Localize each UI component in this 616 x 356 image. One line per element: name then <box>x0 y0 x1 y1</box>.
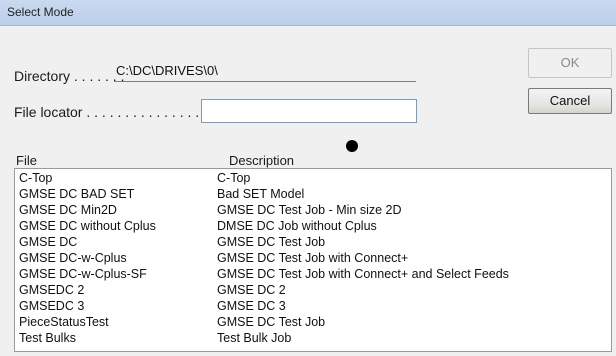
file-name: GMSE DC <box>19 235 78 249</box>
column-header-file[interactable]: File <box>16 153 37 168</box>
file-description: DMSE DC Job without Cplus <box>217 219 377 233</box>
list-item[interactable]: PieceStatusTest GMSE DC Test Job <box>15 314 611 330</box>
column-header-description[interactable]: Description <box>229 153 294 168</box>
file-name: GMSE DC without Cplus <box>19 219 156 233</box>
list-item[interactable]: GMSEDC 2 GMSE DC 2 <box>15 282 611 298</box>
file-name: C-Top <box>19 171 53 185</box>
file-name: PieceStatusTest <box>19 315 109 329</box>
file-description: Bad SET Model <box>217 187 305 201</box>
file-description: Test Bulk Job <box>217 331 292 345</box>
file-name: GMSEDC 3 <box>19 299 85 313</box>
cancel-button[interactable]: Cancel <box>528 88 612 114</box>
file-description: GMSE DC Test Job with Connect+ and Selec… <box>217 267 509 281</box>
directory-label: Directory . . . . . . . <box>14 68 125 84</box>
list-item[interactable]: GMSE DC GMSE DC Test Job <box>15 234 611 250</box>
file-description: C-Top <box>217 171 251 185</box>
window-title: Select Mode <box>7 5 74 19</box>
file-name: GMSE DC Min2D <box>19 203 117 217</box>
file-name: GMSE DC-w-Cplus-SF <box>19 267 147 281</box>
file-name: GMSEDC 2 <box>19 283 85 297</box>
file-name: Test Bulks <box>19 331 76 345</box>
file-description: GMSE DC Test Job - Min size 2D <box>217 203 402 217</box>
list-item[interactable]: GMSE DC-w-Cplus GMSE DC Test Job with Co… <box>15 250 611 266</box>
directory-field[interactable]: C:\DC\DRIVES\0\ <box>114 62 416 82</box>
ok-button[interactable]: OK <box>528 48 612 78</box>
file-locator-input[interactable] <box>201 99 417 123</box>
file-description: GMSE DC Test Job with Connect+ <box>217 251 409 265</box>
file-description: GMSE DC Test Job <box>217 235 326 249</box>
cursor-dot <box>346 140 358 152</box>
list-item[interactable]: GMSE DC BAD SET Bad SET Model <box>15 186 611 202</box>
file-description: GMSE DC 2 <box>217 283 286 297</box>
file-description: GMSE DC 3 <box>217 299 286 313</box>
file-locator-label: File locator . . . . . . . . . . . . . .… <box>14 104 223 120</box>
file-description: GMSE DC Test Job <box>217 315 326 329</box>
list-item[interactable]: GMSEDC 3 GMSE DC 3 <box>15 298 611 314</box>
list-item[interactable]: GMSE DC-w-Cplus-SF GMSE DC Test Job with… <box>15 266 611 282</box>
file-name: GMSE DC-w-Cplus <box>19 251 127 265</box>
file-list[interactable]: C-Top C-Top GMSE DC BAD SET Bad SET Mode… <box>14 168 612 352</box>
list-item[interactable]: C-Top C-Top <box>15 170 611 186</box>
list-item[interactable]: GMSE DC Min2D GMSE DC Test Job - Min siz… <box>15 202 611 218</box>
list-item[interactable]: GMSE DC without Cplus DMSE DC Job withou… <box>15 218 611 234</box>
list-item[interactable]: Test Bulks Test Bulk Job <box>15 330 611 346</box>
file-name: GMSE DC BAD SET <box>19 187 135 201</box>
title-bar: Select Mode <box>0 0 616 26</box>
